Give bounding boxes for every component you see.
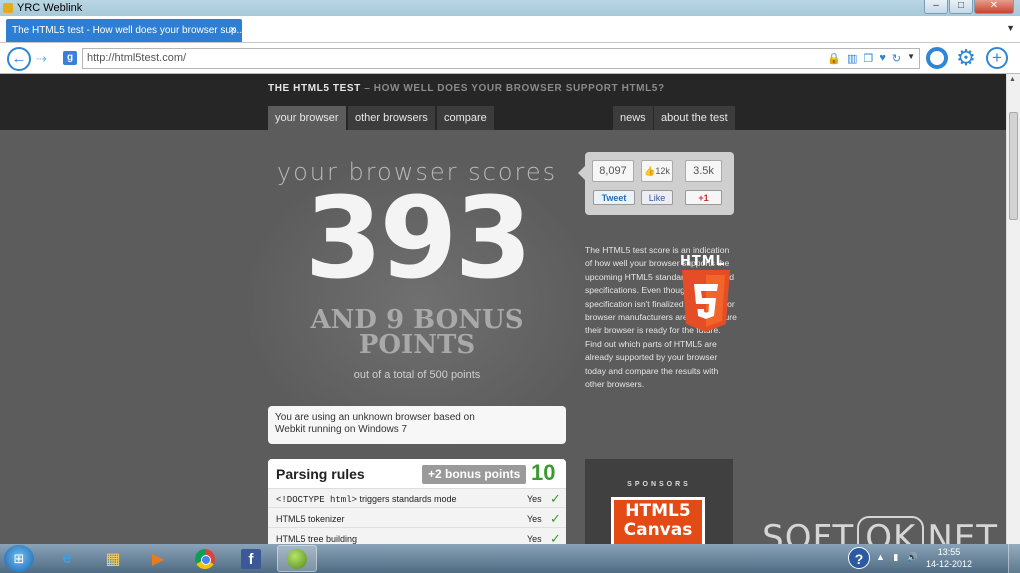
internet-explorer-icon[interactable]: e [47,545,87,572]
table-row: HTML5 tree building Yes ✓ [268,529,566,544]
close-window-button[interactable]: ✕ [974,0,1014,14]
add-tab-icon[interactable]: + [986,47,1008,69]
media-player-icon[interactable]: ▶ [138,545,178,572]
bonus-points-text: AND 9 BONUS POINTS [310,305,524,360]
help-icon[interactable]: ? [848,547,870,569]
scroll-thumb[interactable] [1009,112,1018,220]
facebook-icon[interactable]: f [231,545,271,572]
tweet-button[interactable]: Tweet [593,190,635,205]
start-button-icon[interactable]: ⊞ [4,545,34,572]
refresh-icon[interactable]: ↻ [892,52,901,65]
tab-news[interactable]: news [613,106,653,130]
show-desktop-button[interactable] [1008,544,1020,573]
gear-icon[interactable]: ⚙ [955,47,977,69]
tab-other-browsers[interactable]: other browsers [348,106,435,130]
tab-strip: The HTML5 test - How well does your brow… [0,16,1020,43]
tab-title: The HTML5 test - How well does your brow… [12,25,242,36]
check-icon: ✓ [550,511,561,526]
html5-logo-icon [682,270,730,332]
url-input[interactable] [87,52,787,64]
yrc-weblink-icon[interactable] [277,545,317,572]
taskbar: ⊞ e ▦ ▶ f ? ▲ ▮ 🔊 13:55 14-12-2012 [0,544,1020,573]
home-ring-icon[interactable] [926,47,948,69]
tab-your-browser[interactable]: your browser [268,106,346,130]
app-icon [3,3,13,13]
clock[interactable]: 13:55 14-12-2012 [926,546,972,570]
social-share-box: 8,097 👍12k 3.5k Tweet Like +1 [578,152,734,215]
table-row: <!DOCTYPE html> triggers standards mode … [268,489,566,508]
tab-list-arrow-icon[interactable]: ▼ [1006,23,1015,33]
lock-icon[interactable]: 🔒 [827,52,841,65]
like-button[interactable]: Like [641,190,673,205]
navigation-bar: ← ⇢ g 🔒 ▥ ❐ ♥ ↻ ▼ ⚙ + [0,43,1020,74]
minimize-button[interactable]: – [924,0,948,14]
parsing-rules-header: Parsing rules +2 bonus points 10 [268,459,566,489]
like-count: 👍12k [641,160,673,182]
maximize-button[interactable]: □ [949,0,973,14]
file-explorer-icon[interactable]: ▦ [93,545,133,572]
web-page: THE HTML5 TEST – HOW WELL DOES YOUR BROW… [0,74,1006,544]
share-count: 8,097 [592,160,634,182]
sponsors-label: SPONSORS [627,481,691,488]
google-search-icon[interactable]: g [63,51,77,65]
back-arrow-icon[interactable]: ← [7,47,31,71]
tab-compare[interactable]: compare [437,106,494,130]
score-value: 393 [304,174,533,304]
favorite-heart-icon[interactable]: ♥ [879,52,886,65]
reader-icon[interactable]: ▥ [847,52,857,65]
section-score: 10 [531,460,556,485]
vertical-scrollbar[interactable]: ▲ [1006,74,1020,544]
bonus-badge: +2 bonus points [422,465,527,484]
tweet-count: 3.5k [685,160,722,182]
tray-icons[interactable]: ▲ ▮ 🔊 [876,552,921,563]
table-row: HTML5 tokenizer Yes ✓ [268,509,566,528]
section-title: Parsing rules [276,466,365,482]
copy-icon[interactable]: ❐ [863,52,873,65]
system-tray: ? ▲ ▮ 🔊 13:55 14-12-2012 [848,544,1020,573]
user-agent-message: You are using an unknown browser based o… [268,406,566,444]
site-header: THE HTML5 TEST – HOW WELL DOES YOUR BROW… [0,74,1006,130]
html5-logo-label: HTML [680,254,725,269]
address-bar[interactable]: 🔒 ▥ ❐ ♥ ↻ ▼ [82,48,920,69]
chrome-icon[interactable] [185,545,225,572]
site-title: THE HTML5 TEST – HOW WELL DOES YOUR BROW… [268,83,665,94]
check-icon: ✓ [550,531,561,544]
tab-close-icon[interactable]: × [230,24,236,36]
sponsor-ad[interactable]: HTML5 Canvas [611,497,705,544]
tab-about-the-test[interactable]: about the test [654,106,735,130]
sponsors-panel: SPONSORS HTML5 Canvas [585,459,733,544]
parsing-rules-section: Parsing rules +2 bonus points 10 <!DOCTY… [268,459,566,544]
window-title-bar: YRC Weblink – □ ✕ [0,0,1020,16]
url-dropdown-icon[interactable]: ▼ [907,52,915,65]
plus-one-button[interactable]: +1 [685,190,722,205]
scroll-up-arrow-icon[interactable]: ▲ [1009,76,1016,83]
score-total: out of a total of 500 points [353,369,481,381]
forward-arrow-icon[interactable]: ⇢ [36,51,47,67]
browser-tab[interactable]: The HTML5 test - How well does your brow… [6,19,242,42]
check-icon: ✓ [550,491,561,506]
window-title: YRC Weblink [17,2,83,14]
